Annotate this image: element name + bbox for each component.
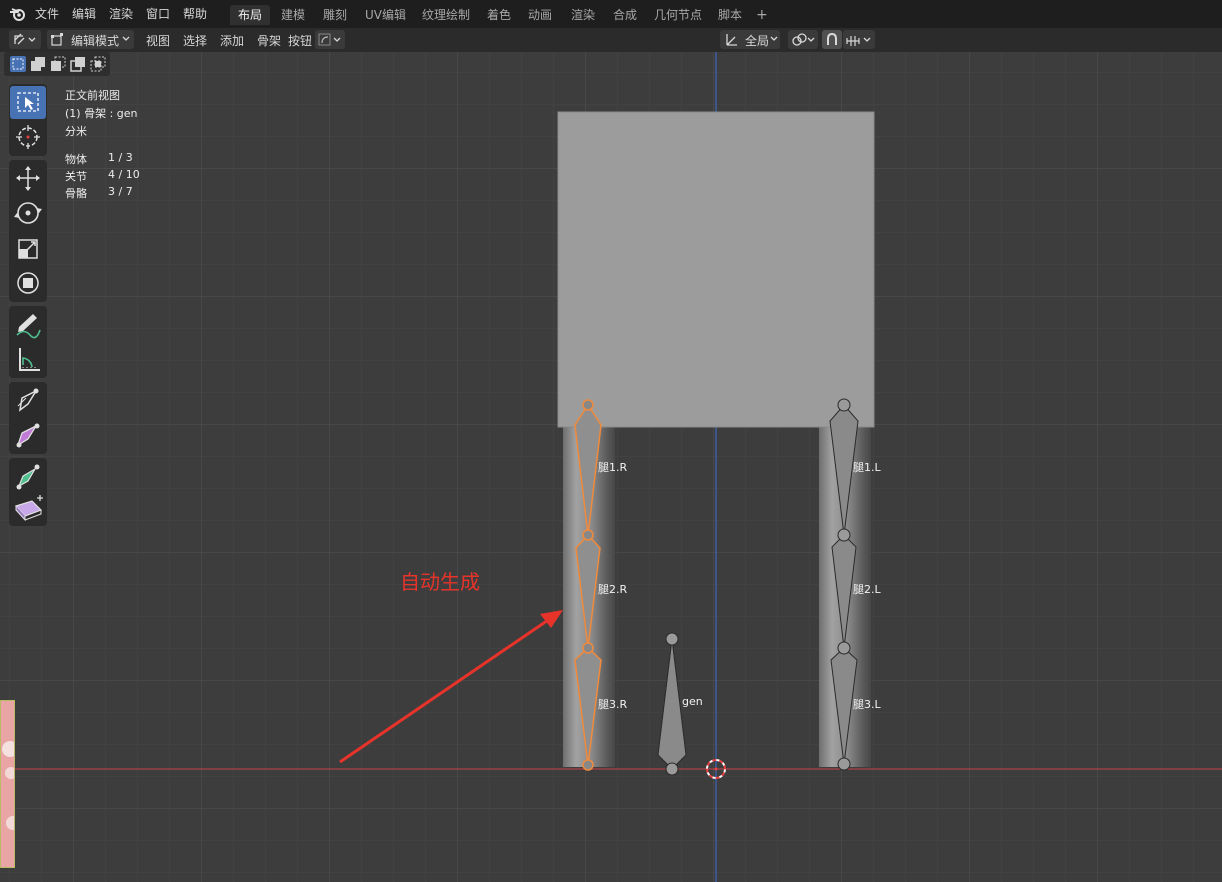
edit-mode-icon xyxy=(51,33,63,46)
thumbnail-image xyxy=(1,701,20,867)
menu-help[interactable]: 帮助 xyxy=(183,5,207,22)
bone-label-leg1-r: 腿1.R xyxy=(598,461,628,474)
orientation-label: 全局 xyxy=(745,34,770,48)
blender-logo-icon[interactable] xyxy=(9,6,27,22)
button-menu[interactable]: 按钮 xyxy=(288,32,312,49)
stat-objects-label: 物体 xyxy=(65,153,87,166)
mode-selector[interactable]: 编辑模式 xyxy=(47,30,134,49)
tab-uv-editing[interactable]: UV编辑 xyxy=(357,5,414,25)
link-icon xyxy=(792,33,815,46)
transform-icon xyxy=(17,272,39,294)
snap-increment-icon xyxy=(846,36,871,46)
annotate-icon xyxy=(16,314,41,339)
view-menu[interactable]: 视图 xyxy=(146,32,170,49)
menu-window[interactable]: 窗口 xyxy=(146,5,170,22)
annotate-tool[interactable] xyxy=(10,308,46,341)
tab-shading[interactable]: 着色 xyxy=(479,5,519,25)
top-menu-bar: 文件 编辑 渲染 窗口 帮助 布局 建模 雕刻 UV编辑 纹理绘制 着色 动画 … xyxy=(0,0,1222,28)
tab-modeling[interactable]: 建模 xyxy=(273,5,313,25)
extrude-tool[interactable] xyxy=(10,460,46,493)
scale-icon xyxy=(18,239,38,259)
move-tool[interactable] xyxy=(10,162,46,195)
chevron-down-icon xyxy=(770,36,778,41)
body-mesh xyxy=(557,111,875,428)
bone-label-gen: gen xyxy=(682,695,703,708)
armature-menu[interactable]: 骨架 xyxy=(257,32,281,49)
bone-label-leg3-l: 腿3.L xyxy=(853,698,881,711)
transform-tool[interactable] xyxy=(10,267,46,300)
stat-joints-label: 关节 xyxy=(65,170,87,183)
tab-sculpting[interactable]: 雕刻 xyxy=(315,5,355,25)
select-box-icon xyxy=(17,92,39,112)
roll-icon xyxy=(14,495,43,522)
bone-label-leg2-l: 腿2.L xyxy=(853,583,881,596)
tab-texture-paint[interactable]: 纹理绘制 xyxy=(414,5,478,25)
menu-edit[interactable]: 编辑 xyxy=(72,5,96,22)
scale-tool[interactable] xyxy=(10,232,46,265)
snap-target-selector[interactable] xyxy=(843,30,875,49)
stat-objects-value: 1 / 3 xyxy=(108,151,133,164)
pivot-point-selector[interactable] xyxy=(788,30,818,49)
menu-render[interactable]: 渲染 xyxy=(109,5,133,22)
transform-orientation-selector[interactable]: 全局 xyxy=(720,30,780,49)
add-menu[interactable]: 添加 xyxy=(220,32,244,49)
select-new-icon[interactable] xyxy=(10,56,26,72)
select-intersect-icon[interactable] xyxy=(90,56,106,72)
select-subtract-icon[interactable] xyxy=(50,56,66,72)
annotation-arrow xyxy=(339,610,563,764)
bone-label-leg3-r: 腿3.R xyxy=(598,698,628,711)
magnet-icon xyxy=(827,32,837,45)
viewport-header: 编辑模式 视图 选择 添加 骨架 按钮 全局 xyxy=(0,28,1222,52)
bone-label-leg2-r: 腿2.R xyxy=(598,583,628,596)
bone-size-icon xyxy=(17,388,39,412)
select-box-tool[interactable] xyxy=(10,86,46,119)
view-name-text: 正文前视图 xyxy=(65,89,120,102)
tab-layout[interactable]: 布局 xyxy=(230,5,271,25)
chevron-down-icon xyxy=(122,36,130,41)
add-workspace-button[interactable]: + xyxy=(748,5,776,25)
stat-bones-value: 3 / 7 xyxy=(108,185,133,198)
cursor-tool[interactable] xyxy=(10,121,46,154)
orientation-axes-icon xyxy=(726,34,737,46)
editor-type-icon xyxy=(14,33,36,45)
tab-animation[interactable]: 动画 xyxy=(520,5,560,25)
units-text: 分米 xyxy=(65,125,87,138)
tab-geometry-nodes[interactable]: 几何节点 xyxy=(646,5,710,25)
side-thumbnail xyxy=(0,700,20,868)
rotate-tool[interactable] xyxy=(10,197,46,230)
select-invert-icon[interactable] xyxy=(70,56,86,72)
pivot-icon xyxy=(318,33,341,46)
tab-compositing[interactable]: 合成 xyxy=(605,5,645,25)
roll-tool[interactable] xyxy=(10,492,46,525)
stat-joints-value: 4 / 10 xyxy=(108,168,140,181)
cursor-icon xyxy=(16,125,40,149)
transform-pivot-button[interactable] xyxy=(315,30,345,49)
bone-size-tool[interactable] xyxy=(10,384,46,417)
object-name-text: (1) 骨架 : gen xyxy=(65,107,138,120)
annotation-text: 自动生成 xyxy=(400,570,480,594)
snap-toggle[interactable] xyxy=(822,30,842,49)
bone-envelope-tool[interactable] xyxy=(10,419,46,452)
selection-mode-bar xyxy=(4,52,110,76)
bone-label-leg1-l: 腿1.L xyxy=(853,461,881,474)
measure-tool[interactable] xyxy=(10,343,46,376)
editor-type-button[interactable] xyxy=(9,30,41,49)
select-menu[interactable]: 选择 xyxy=(183,32,207,49)
mode-label: 编辑模式 xyxy=(71,34,120,48)
rotate-icon xyxy=(14,202,42,224)
bone-envelope-icon xyxy=(16,423,40,448)
tab-rendering[interactable]: 渲染 xyxy=(563,5,603,25)
menu-file[interactable]: 文件 xyxy=(35,5,59,22)
measure-icon xyxy=(19,348,40,371)
stat-bones-label: 骨骼 xyxy=(65,187,87,200)
extrude-icon xyxy=(16,464,40,490)
tab-scripting[interactable]: 脚本 xyxy=(710,5,750,25)
select-extend-icon[interactable] xyxy=(30,56,46,72)
move-icon xyxy=(16,166,40,191)
